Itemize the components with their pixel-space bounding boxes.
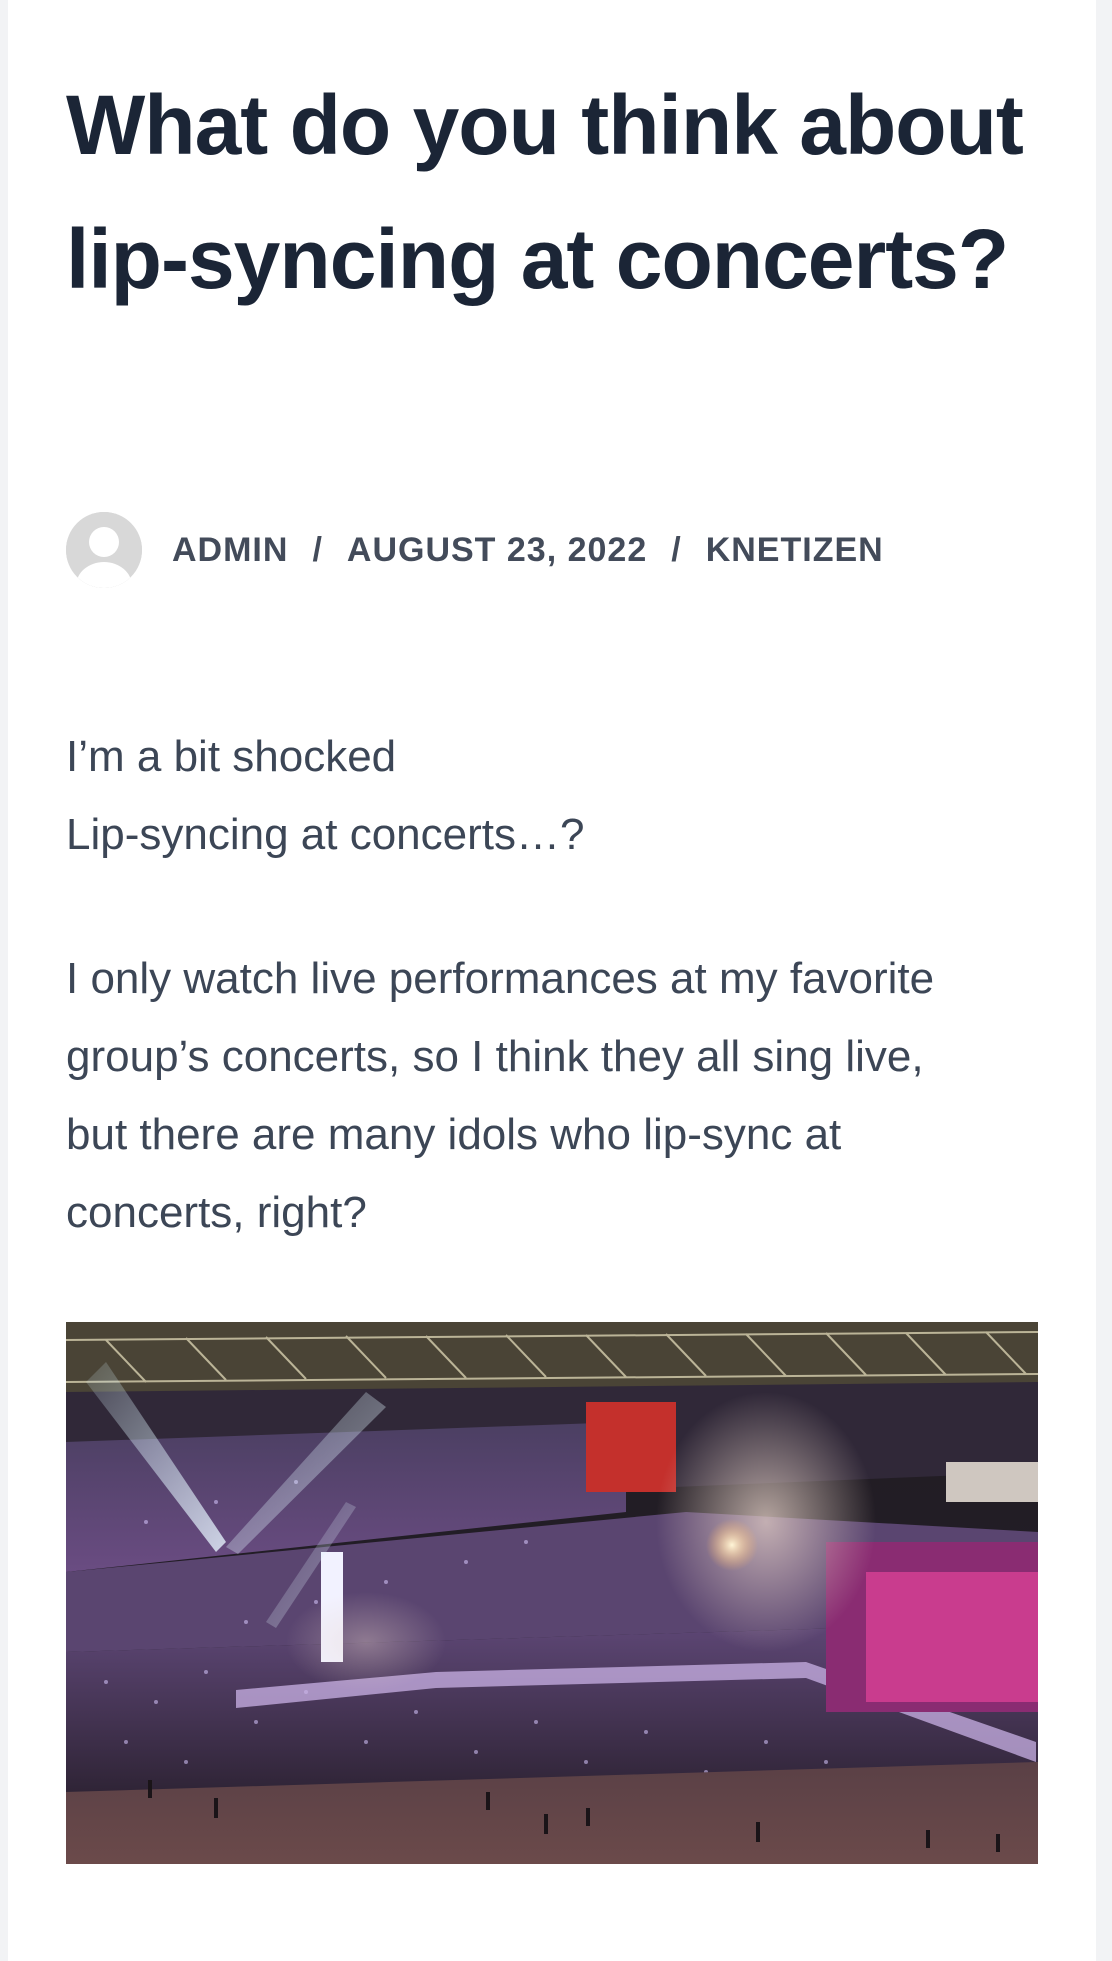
author-link[interactable]: ADMIN — [172, 531, 288, 570]
paragraph-line: Lip-syncing at concerts…? — [66, 810, 585, 859]
article-title: What do you think about lip-syncing at c… — [66, 78, 1024, 306]
post-meta: ADMIN / AUGUST 23, 2022 / KNETIZEN — [66, 510, 884, 590]
paragraph-line: group’s concerts, so I think they all si… — [66, 1032, 924, 1081]
category-link[interactable]: KNETIZEN — [706, 531, 884, 570]
paragraph: I’m a bit shocked Lip-syncing at concert… — [66, 718, 1046, 874]
paragraph-line: but there are many idols who lip-sync at — [66, 1110, 842, 1159]
user-avatar-placeholder-icon[interactable] — [66, 512, 142, 588]
meta-separator: / — [671, 530, 682, 569]
meta-separator: / — [312, 530, 323, 569]
paragraph-line: I’m a bit shocked — [66, 732, 397, 781]
paragraph-line: I only watch live performances at my fav… — [66, 954, 935, 1003]
next-heading-partial — [66, 1938, 366, 1961]
paragraph: I only watch live performances at my fav… — [66, 940, 1046, 1252]
article-card: What do you think about lip-syncing at c… — [8, 0, 1096, 1961]
concert-stadium-image — [66, 1322, 1038, 1864]
post-date[interactable]: AUGUST 23, 2022 — [347, 531, 647, 570]
paragraph-line: concerts, right? — [66, 1188, 367, 1237]
